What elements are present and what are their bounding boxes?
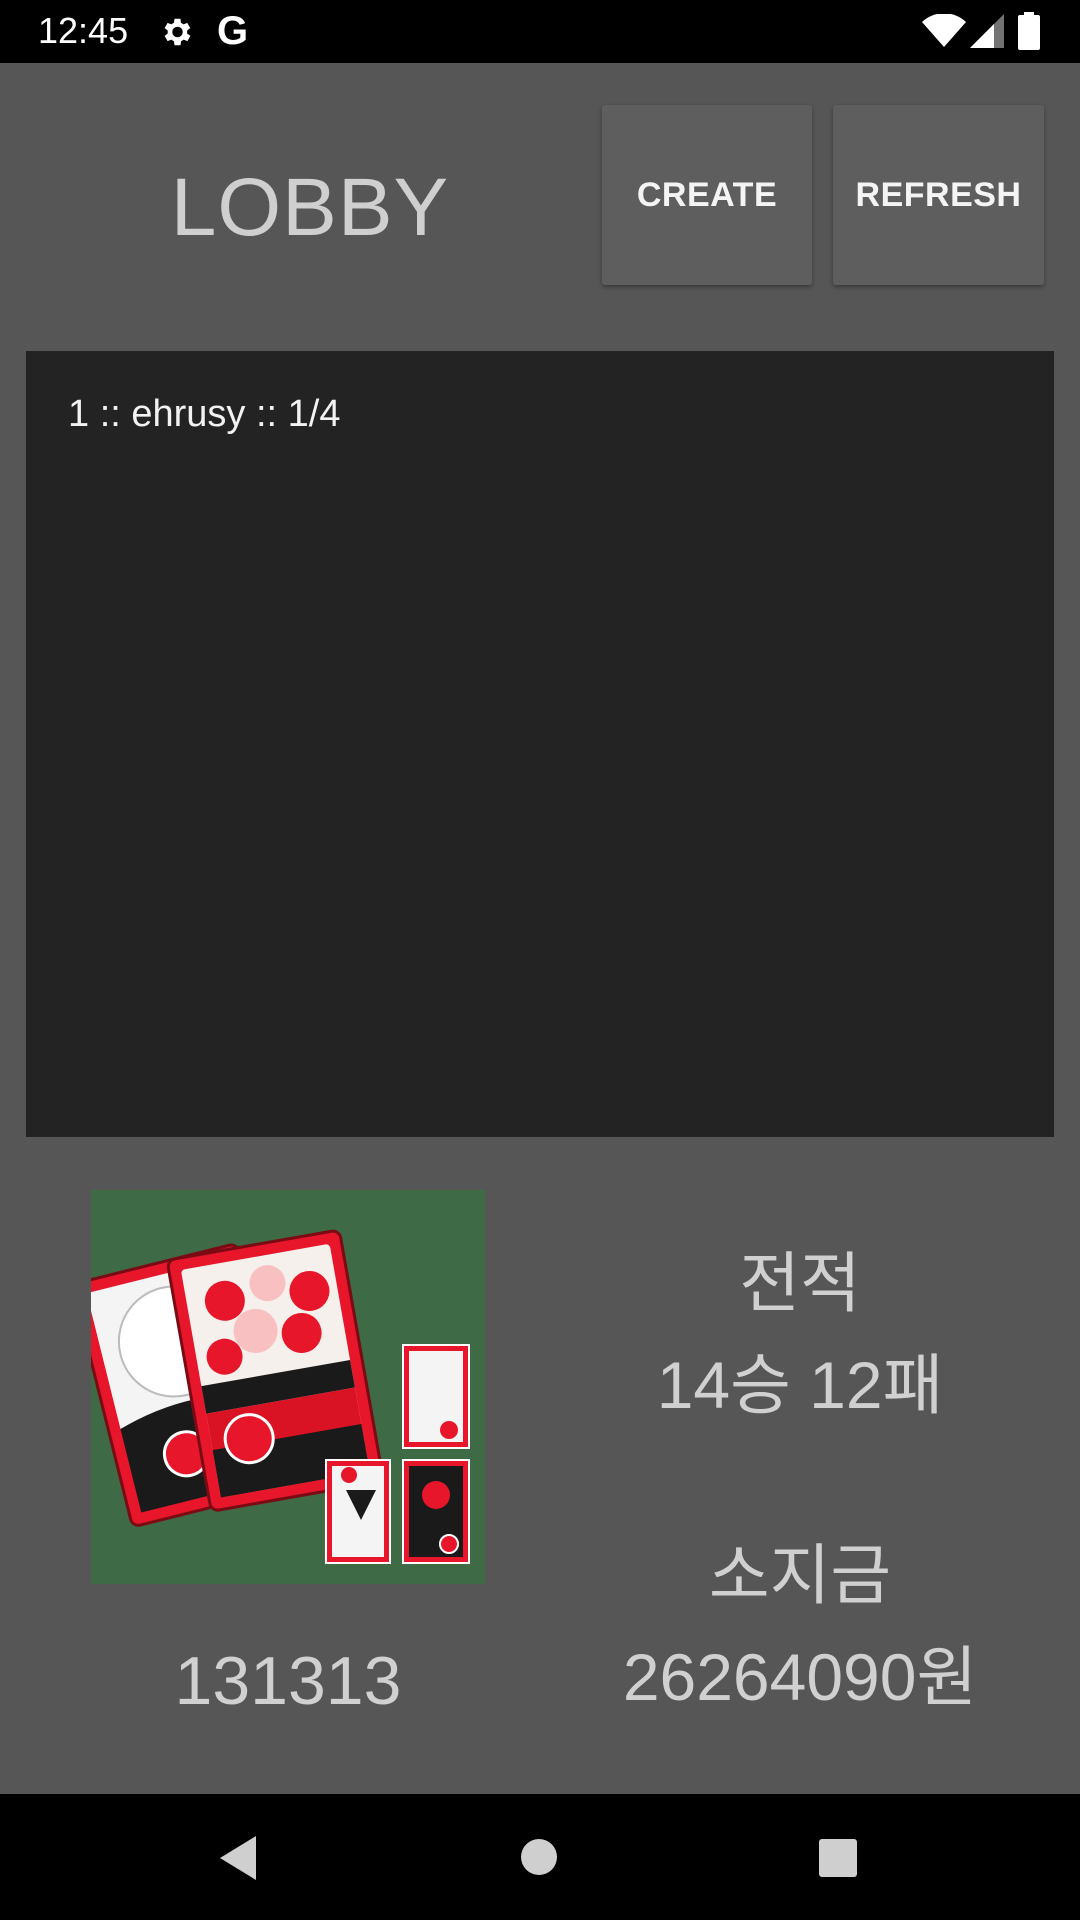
recents-icon[interactable] [818,1838,858,1878]
signal-icon [970,14,1004,48]
battery-icon [1018,12,1040,50]
lobby-screen: LOBBY CREATE REFRESH 1 :: ehrusy :: 1/4 [0,63,1080,1794]
room-list-item[interactable]: 1 :: ehrusy :: 1/4 [68,389,340,439]
google-icon: G [217,9,249,53]
record-value: 14승 12패 [656,1348,944,1422]
room-list[interactable]: 1 :: ehrusy :: 1/4 [26,351,1054,1137]
home-icon[interactable] [520,1838,558,1876]
create-button[interactable]: CREATE [602,105,812,285]
navigation-bar [0,1794,1080,1920]
record-label: 전적 [739,1246,861,1320]
avatar [91,1190,485,1584]
refresh-button[interactable]: REFRESH [833,105,1044,285]
money-label: 소지금 [708,1538,892,1612]
back-icon[interactable] [216,1834,260,1882]
status-time: 12:45 [38,10,129,51]
user-id: 131313 [174,1643,402,1719]
gear-icon [164,18,191,46]
hwatu-cards-image [91,1190,485,1584]
wifi-icon [922,14,966,47]
money-value: 26264090원 [622,1640,978,1714]
status-bar: 12:45 G [0,0,1080,63]
page-title: LOBBY [170,162,450,253]
